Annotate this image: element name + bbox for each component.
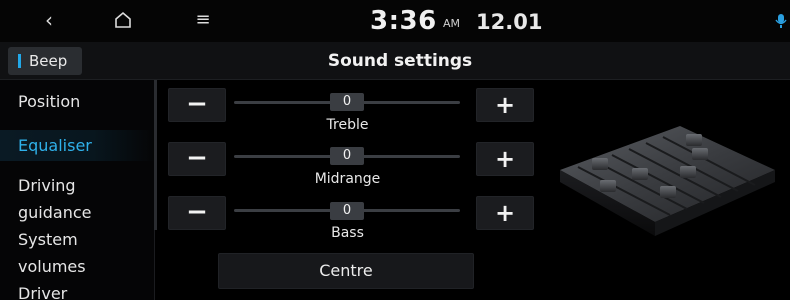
page-header: Beep Sound settings [0,42,790,80]
treble-value: 0 [330,93,364,111]
treble-label: Treble [326,117,369,133]
bass-plus-button[interactable]: + [476,196,534,230]
sidebar-item-driving-guidance[interactable]: Driving guidance [0,172,154,226]
sidebar-item-system-volumes[interactable]: System volumes [0,226,154,280]
midrange-label: Midrange [314,171,381,187]
midrange-value: 0 [330,147,364,165]
bass-label: Bass [331,225,364,241]
sidebar-item-label: Equaliser [18,136,92,155]
sidebar-item-label-line2: volumes [18,257,86,276]
treble-minus-button[interactable]: − [168,88,226,122]
sidebar-item-label: System [18,230,78,249]
sidebar: Position Equaliser Driving guidance Syst… [0,80,155,300]
voice-recognition-icon [774,12,788,30]
status-bar: ‹ ≡ 3:36 AM 12.01 [0,0,790,42]
back-icon[interactable]: ‹ [38,7,60,33]
sidebar-item-label: Position [18,92,81,111]
midrange-plus-button[interactable]: + [476,142,534,176]
home-icon[interactable] [110,7,136,33]
centre-button[interactable]: Centre [218,253,474,289]
page-title: Sound settings [327,51,473,71]
sidebar-item-label: Driving [18,176,76,195]
clock-date: 12.01 [476,10,543,34]
clock-time: 3:36 [370,6,437,36]
equaliser-mixer-illustration [540,82,790,300]
sidebar-scrollbar[interactable] [154,80,157,230]
treble-plus-button[interactable]: + [476,88,534,122]
menu-icon[interactable]: ≡ [190,7,216,33]
sidebar-item-driver[interactable]: Driver [0,280,154,300]
bass-value: 0 [330,202,364,220]
clock-ampm: AM [443,17,461,30]
sidebar-item-position[interactable]: Position [0,86,154,117]
sidebar-item-label: Driver [18,284,68,300]
midrange-minus-button[interactable]: − [168,142,226,176]
sidebar-item-equaliser[interactable]: Equaliser [0,130,154,161]
bass-minus-button[interactable]: − [168,196,226,230]
sidebar-item-label-line2: guidance [18,203,92,222]
